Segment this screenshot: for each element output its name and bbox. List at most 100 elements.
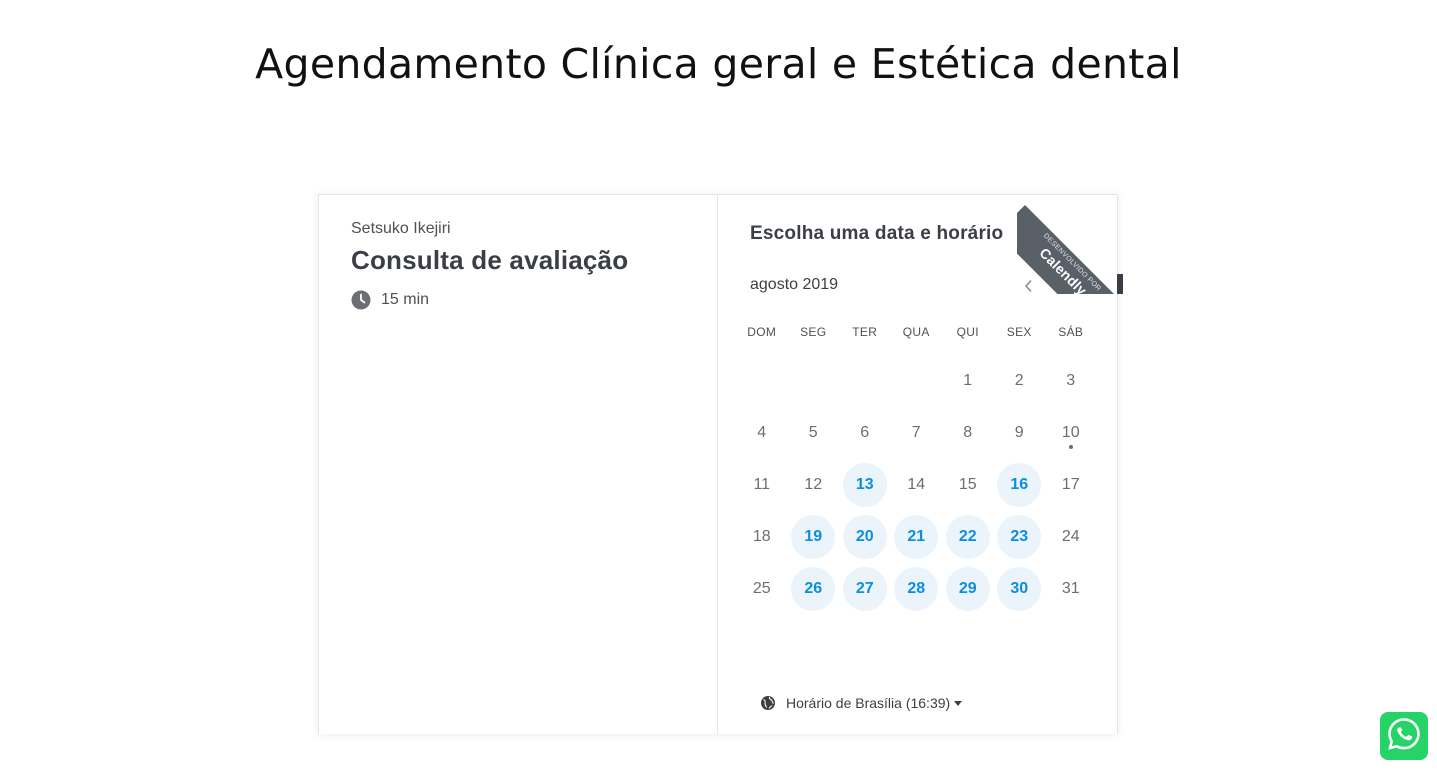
day-number: 21 (907, 528, 926, 545)
calendar-week-row: 4 5 6 7 8 9 10 (736, 407, 1097, 459)
weekday-label: QUA (902, 325, 930, 339)
day-number: 18 (752, 528, 771, 545)
day-highlight: 26 (791, 567, 836, 611)
weekday-label: TER (852, 325, 878, 339)
calendar-day: 14 (891, 459, 943, 511)
day-number: 5 (808, 424, 818, 441)
day-number: 23 (1010, 528, 1029, 545)
calendar-day: 11 (736, 459, 788, 511)
calendar-day-available[interactable]: 27 (839, 563, 891, 615)
day-number: 31 (1061, 580, 1080, 597)
day-number: 11 (753, 476, 771, 493)
whatsapp-button[interactable] (1380, 712, 1428, 760)
weekday-label: SEX (1006, 325, 1032, 339)
calendar-day-available[interactable]: 23 (994, 511, 1046, 563)
timezone-label: Horário de Brasília (16:39) (786, 695, 951, 711)
day-number: 28 (907, 580, 926, 597)
day-highlight: 23 (997, 515, 1042, 559)
whatsapp-icon (1386, 716, 1422, 756)
badge-ribbon: DESENVOLVIDO POR Calendly (1017, 205, 1123, 294)
clock-icon (351, 290, 371, 310)
calendar-day-available[interactable]: 20 (839, 511, 891, 563)
day-number: 26 (804, 580, 823, 597)
weekday-header: DOM SEG TER QUA QUI SEX SÁB (736, 325, 1097, 339)
calendar-day: 7 (891, 407, 943, 459)
day-highlight: 30 (997, 567, 1042, 611)
calendar-week-row: 18 19 20 21 22 23 24 (736, 511, 1097, 563)
duration-text: 15 min (381, 291, 430, 308)
today-indicator-dot (1068, 445, 1073, 449)
calendar-grid: 1 2 3 4 5 6 7 8 9 10 11 12 13 14 15 16 17 18 19 20 21 22 23 24 2… (736, 355, 1097, 615)
calendar-day: 6 (839, 407, 891, 459)
calendar-day-available[interactable]: 30 (994, 563, 1046, 615)
calendar-day-available[interactable]: 13 (839, 459, 891, 511)
powered-by-badge[interactable]: DESENVOLVIDO POR Calendly (1017, 188, 1123, 294)
day-number: 6 (860, 424, 870, 441)
calendar-empty-cell (736, 355, 788, 407)
duration-row: 15 min (351, 290, 685, 310)
day-number: 19 (804, 528, 823, 545)
calendar-day: 18 (736, 511, 788, 563)
calendar-week-row: 1 2 3 (736, 355, 1097, 407)
event-name: Consulta de avaliação (351, 245, 629, 275)
day-highlight: 20 (842, 515, 887, 559)
calendar-day-available[interactable]: 21 (891, 511, 943, 563)
weekday-label: DOM (747, 325, 777, 339)
day-number: 2 (1014, 372, 1024, 389)
day-number: 3 (1066, 372, 1076, 389)
event-details-panel: Setsuko Ikejiri Consulta de avaliação 15… (319, 195, 718, 734)
day-number: 15 (958, 476, 977, 493)
day-number: 29 (958, 580, 977, 597)
calendar-day: 12 (788, 459, 840, 511)
host-name: Setsuko Ikejiri (351, 220, 451, 237)
day-highlight: 21 (894, 515, 939, 559)
day-number: 16 (1010, 476, 1029, 493)
calendar-day-available[interactable]: 29 (942, 563, 994, 615)
day-number: 20 (855, 528, 874, 545)
calendar-empty-cell (839, 355, 891, 407)
day-highlight: 16 (997, 463, 1042, 507)
calendar-day: 9 (994, 407, 1046, 459)
weekday-label: SEG (800, 325, 827, 339)
day-highlight: 19 (791, 515, 836, 559)
calendar-day: 24 (1045, 511, 1097, 563)
calendar-day: 1 (942, 355, 994, 407)
weekday-label: SÁB (1058, 325, 1084, 339)
calendar-day-available[interactable]: 28 (891, 563, 943, 615)
day-number: 12 (804, 476, 823, 493)
month-label: agosto 2019 (750, 276, 839, 293)
day-number: 14 (907, 476, 926, 493)
calendar-day: 17 (1045, 459, 1097, 511)
day-number: 4 (757, 424, 767, 441)
calendar-day: 2 (994, 355, 1046, 407)
day-highlight: 28 (894, 567, 939, 611)
caret-down-icon (954, 700, 963, 706)
calendar-week-row: 25 26 27 28 29 30 31 (736, 563, 1097, 615)
timezone-selector[interactable]: Horário de Brasília (16:39) (760, 695, 963, 711)
day-number: 22 (958, 528, 977, 545)
calendar-day-available[interactable]: 22 (942, 511, 994, 563)
day-number: 8 (963, 424, 973, 441)
weekday-label: QUI (956, 325, 979, 339)
calendar-empty-cell (891, 355, 943, 407)
day-number: 27 (855, 580, 874, 597)
calendar-day-available[interactable]: 26 (788, 563, 840, 615)
globe-icon (760, 695, 776, 711)
calendar-day: 8 (942, 407, 994, 459)
day-number: 17 (1061, 476, 1080, 493)
calendar-day: 10 (1045, 407, 1097, 459)
day-highlight: 27 (842, 567, 887, 611)
day-highlight: 22 (945, 515, 990, 559)
day-number: 7 (911, 424, 921, 441)
calendar-day: 5 (788, 407, 840, 459)
day-highlight: 13 (842, 463, 887, 507)
day-number: 30 (1010, 580, 1029, 597)
day-number: 10 (1061, 424, 1080, 441)
day-highlight: 29 (945, 567, 990, 611)
scheduling-widget: Setsuko Ikejiri Consulta de avaliação 15… (318, 194, 1118, 734)
page-title: Agendamento Clínica geral e Estética den… (255, 40, 1182, 88)
calendar-week-row: 11 12 13 14 15 16 17 (736, 459, 1097, 511)
day-number: 13 (855, 476, 874, 493)
calendar-day-available[interactable]: 19 (788, 511, 840, 563)
calendar-day-available[interactable]: 16 (994, 459, 1046, 511)
